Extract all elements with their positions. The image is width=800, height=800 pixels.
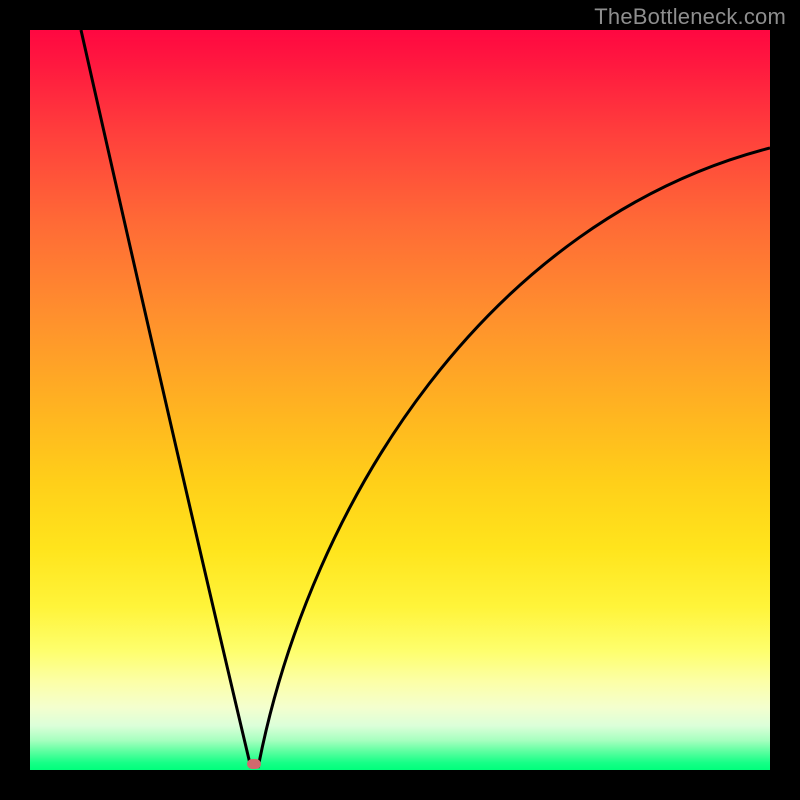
chart-frame: TheBottleneck.com: [0, 0, 800, 800]
minimum-marker: [247, 759, 261, 769]
curve-left-branch: [81, 30, 251, 768]
watermark-text: TheBottleneck.com: [594, 4, 786, 30]
plot-area: [30, 30, 770, 770]
curve-right-branch: [258, 148, 770, 768]
curve-svg: [30, 30, 770, 770]
